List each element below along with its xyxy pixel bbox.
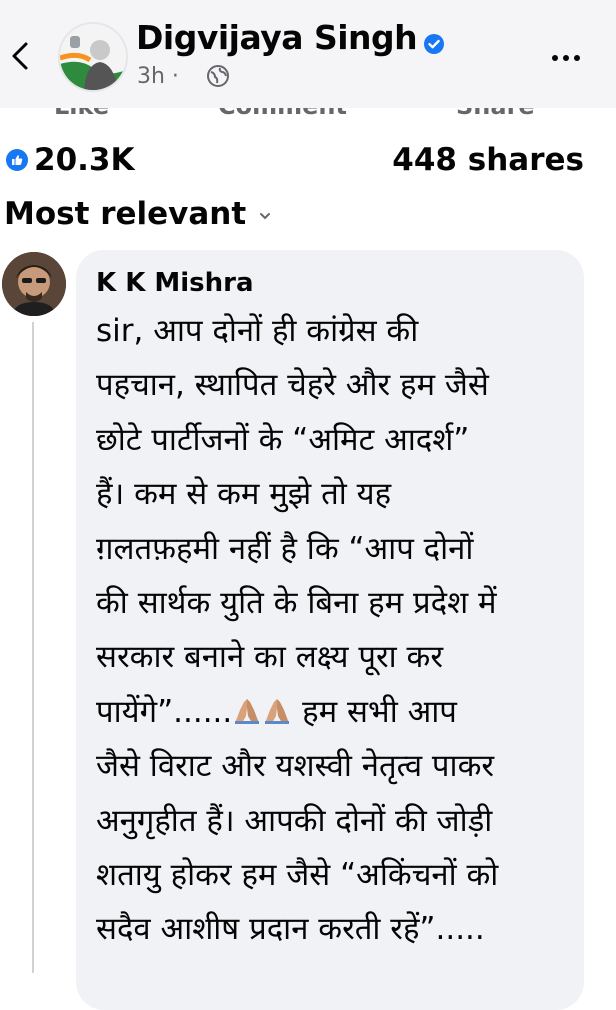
back-arrow-icon[interactable] <box>8 38 32 74</box>
like-reaction-icon <box>6 149 28 171</box>
comment-sort-label[interactable]: Most relevant <box>4 196 246 232</box>
comment-line: सरकार बनाने का लक्ष्य पूरा कर <box>96 639 443 676</box>
comment-author[interactable]: K K Mishra <box>96 268 254 298</box>
like-count[interactable]: 20.3K <box>34 142 135 178</box>
like-button[interactable]: Like <box>54 108 109 120</box>
comment-line: की सार्थक युति के बिना हम प्रदेश में <box>96 585 497 622</box>
globe-icon <box>206 64 230 88</box>
more-options-icon[interactable] <box>552 46 586 61</box>
comment-line: जैसे विराट और यशस्वी नेतृत्व पाकर <box>96 748 495 785</box>
share-button[interactable]: Share <box>456 108 535 120</box>
thread-line <box>32 322 34 973</box>
post-timestamp[interactable]: 3h · <box>137 64 179 89</box>
chevron-down-icon[interactable] <box>258 211 272 221</box>
folded-hands-icon <box>262 696 292 726</box>
verified-badge-icon <box>424 34 444 54</box>
post-action-bar: Like Comment Share <box>0 108 616 122</box>
comment-line: छोटे पार्टीजनों के “अमिट आदर्श” <box>96 421 470 458</box>
comment-line: पायेंगे”...... हम सभी आप <box>96 685 580 739</box>
share-count[interactable]: 448 shares <box>392 142 584 178</box>
reactions-summary: 20.3K 448 shares <box>0 140 616 184</box>
comment-line: sir, आप दोनों ही कांग्रेस की <box>96 313 419 349</box>
comment-line-start: पायेंगे”...... <box>96 693 233 730</box>
comment-line: हैं। कम से कम मुझे तो यह <box>96 476 392 513</box>
page-avatar[interactable] <box>58 22 128 92</box>
comment-line-end: हम सभी आप <box>292 693 457 730</box>
comment-line: सदैव आशीष प्रदान करती रहें”..... <box>96 911 485 948</box>
comment-line: ग़लतफ़हमी नहीं है कि “आप दोनों <box>96 530 474 567</box>
comment-button[interactable]: Comment <box>218 108 347 120</box>
page-name[interactable]: Digvijaya Singh <box>136 18 418 57</box>
commenter-avatar[interactable] <box>2 252 66 316</box>
post-header: Digvijaya Singh 3h · <box>0 0 616 108</box>
comment-text: sir, आप दोनों ही कांग्रेस की पहचान, स्था… <box>96 304 580 957</box>
comment-line: पहचान, स्थापित चेहरे और हम जैसे <box>96 367 489 404</box>
folded-hands-icon <box>232 696 262 726</box>
comment-line: शतायु होकर हम जैसे “अकिंचनों को <box>96 857 499 894</box>
comment-line: अनुगृहीत हैं। आपकी दोनों की जोड़ी <box>96 802 493 839</box>
